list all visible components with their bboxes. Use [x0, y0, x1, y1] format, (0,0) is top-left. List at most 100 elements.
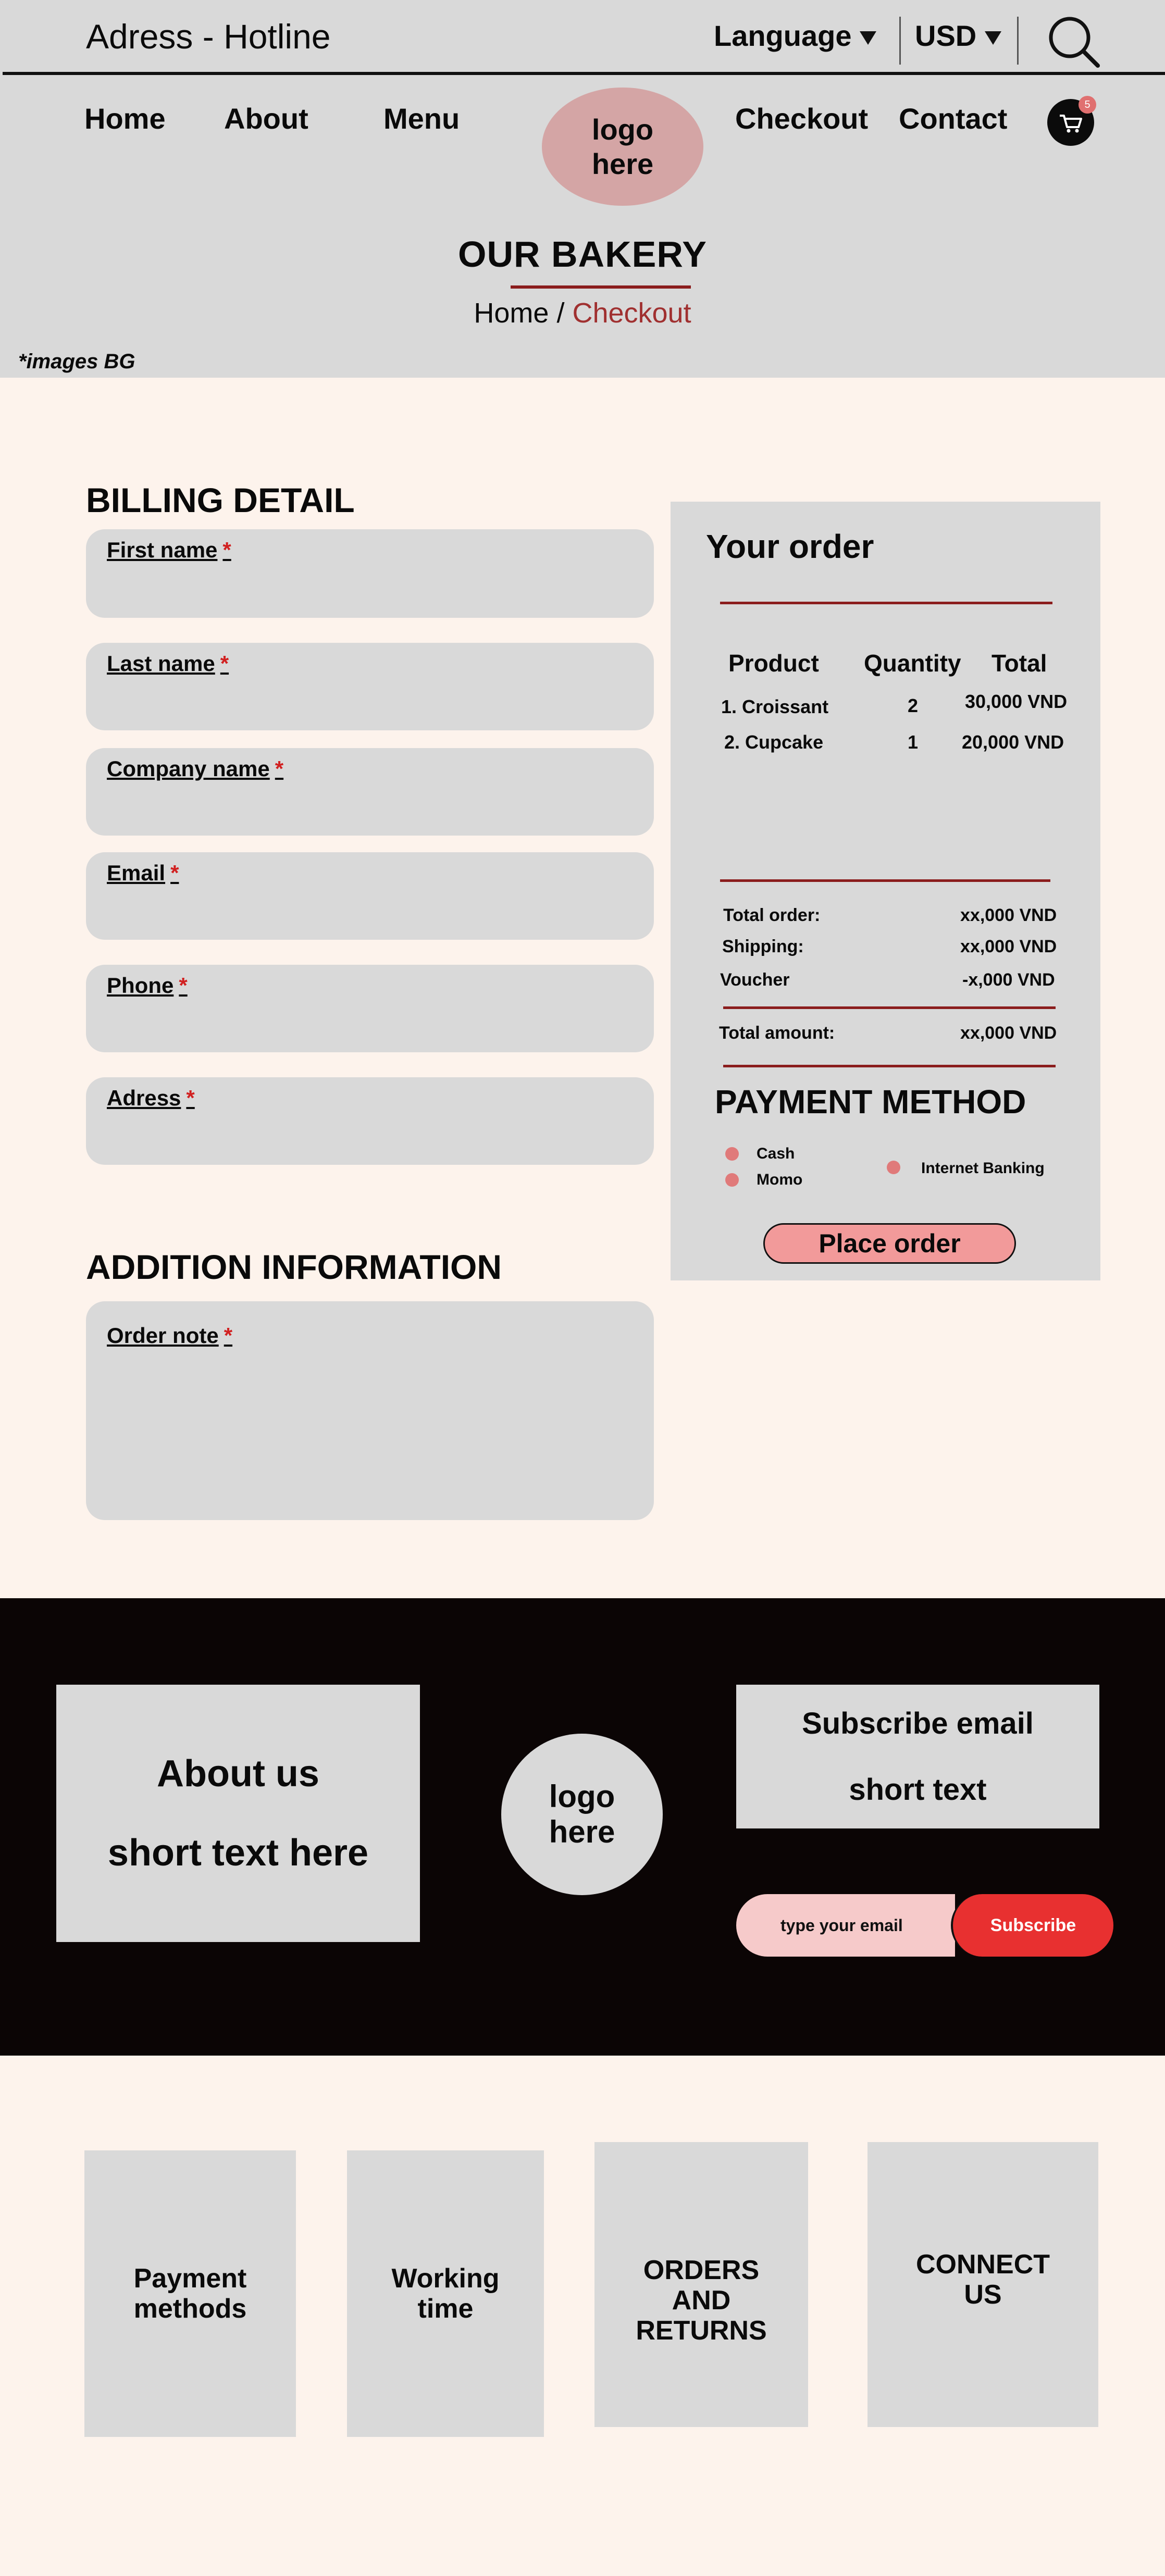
required-mark: * — [179, 973, 188, 998]
first-name-label: First name * — [107, 538, 231, 562]
box-text-line2: US — [964, 2279, 1002, 2310]
footer-logo[interactable]: logo here — [501, 1734, 663, 1895]
payment-methods-box[interactable]: Payment methods — [84, 2150, 296, 2437]
place-order-button[interactable]: Place order — [763, 1223, 1016, 1264]
page-title: OUR BAKERY — [458, 234, 707, 275]
address-field[interactable]: Adress * — [86, 1077, 654, 1165]
email-label: Email * — [107, 861, 179, 885]
payment-heading: PAYMENT METHOD — [715, 1083, 1026, 1121]
topbar-divider — [899, 17, 901, 65]
item-total: 30,000 VND — [965, 691, 1068, 712]
orders-and-returns-box[interactable]: ORDERS AND RETURNS — [594, 2142, 808, 2427]
nav-home[interactable]: Home — [84, 102, 166, 135]
address-hotline: Adress - Hotline — [86, 17, 331, 56]
breadcrumb-separator: / — [549, 297, 573, 329]
subscribe-box: Subscribe email short text — [736, 1685, 1099, 1828]
box-text-line3: RETURNS — [636, 2315, 767, 2346]
logo-text-line1: logo — [549, 1779, 615, 1814]
topbar-divider-line — [3, 72, 1165, 75]
order-note-field[interactable]: Order note * — [86, 1301, 654, 1520]
item-total: 20,000 VND — [962, 731, 1064, 753]
voucher-value: -x,000 VND — [962, 970, 1055, 990]
order-note-label: Order note * — [107, 1323, 233, 1348]
column-total: Total — [992, 650, 1047, 677]
order-divider — [723, 1006, 1056, 1009]
breadcrumb-current: Checkout — [572, 297, 691, 329]
subscribe-button[interactable]: Subscribe — [951, 1894, 1113, 1957]
address-label: Adress * — [107, 1086, 195, 1110]
topbar-divider — [1017, 17, 1019, 65]
order-divider — [720, 879, 1050, 882]
payment-option-momo[interactable]: Momo — [757, 1171, 802, 1189]
breadcrumb-home[interactable]: Home — [474, 297, 549, 329]
title-underline — [511, 285, 691, 289]
phone-label: Phone * — [107, 973, 188, 998]
item-product: 2. Cupcake — [724, 731, 824, 753]
nav-contact[interactable]: Contact — [899, 102, 1007, 135]
first-name-field[interactable]: First name * — [86, 529, 654, 618]
item-product: 1. Croissant — [721, 696, 829, 717]
total-amount-label: Total amount: — [719, 1023, 835, 1043]
required-mark: * — [222, 538, 231, 562]
currency-label: USD — [915, 19, 977, 52]
language-label: Language — [714, 19, 852, 52]
company-name-label: Company name * — [107, 756, 284, 781]
logo[interactable]: logo here — [542, 88, 703, 206]
subscribe-title: Subscribe email — [802, 1707, 1034, 1740]
total-order-label: Total order: — [723, 905, 821, 925]
about-us-box: About us short text here — [56, 1685, 420, 1942]
box-text-line1: Working — [391, 2263, 500, 2294]
billing-heading: BILLING DETAIL — [86, 481, 355, 519]
order-divider — [720, 602, 1052, 604]
connect-us-box[interactable]: CONNECT US — [867, 2142, 1098, 2427]
company-name-field[interactable]: Company name * — [86, 748, 654, 836]
subscribe-email-input[interactable] — [736, 1894, 955, 1957]
total-order-value: xx,000 VND — [960, 905, 1057, 925]
phone-field[interactable]: Phone * — [86, 965, 654, 1052]
total-amount-value: xx,000 VND — [960, 1023, 1057, 1043]
payment-option-cash[interactable]: Cash — [757, 1145, 795, 1163]
search-icon[interactable] — [1045, 13, 1102, 70]
cart-count-badge: 5 — [1079, 96, 1096, 114]
working-time-box[interactable]: Working time — [347, 2150, 544, 2437]
column-quantity: Quantity — [864, 650, 961, 677]
required-mark: * — [170, 861, 179, 885]
breadcrumb: Home / Checkout — [0, 297, 1165, 329]
about-us-text: short text here — [107, 1832, 369, 1874]
payment-radio-cash[interactable] — [725, 1147, 739, 1161]
required-mark: * — [220, 651, 229, 676]
box-text-line1: CONNECT — [915, 2249, 1050, 2280]
language-selector[interactable]: Language — [714, 19, 877, 53]
logo-text-line2: here — [549, 1814, 615, 1849]
box-text-line1: ORDERS — [643, 2255, 760, 2285]
payment-radio-internet-banking[interactable] — [887, 1161, 900, 1174]
payment-radio-momo[interactable] — [725, 1173, 739, 1187]
addition-heading: ADDITION INFORMATION — [86, 1248, 502, 1286]
item-quantity: 1 — [908, 731, 919, 753]
column-product: Product — [728, 650, 819, 677]
shipping-value: xx,000 VND — [960, 937, 1057, 956]
box-text-line2: methods — [133, 2294, 247, 2324]
email-field[interactable]: Email * — [86, 852, 654, 940]
nav-about[interactable]: About — [224, 102, 308, 135]
box-text-line1: Payment — [133, 2263, 247, 2294]
order-divider — [723, 1065, 1056, 1067]
logo-text-line1: logo — [591, 113, 654, 146]
voucher-label: Voucher — [720, 970, 790, 990]
chevron-down-icon — [860, 31, 877, 45]
shipping-label: Shipping: — [722, 937, 804, 956]
logo-text-line2: here — [591, 147, 654, 180]
last-name-field[interactable]: Last name * — [86, 643, 654, 730]
nav-menu[interactable]: Menu — [383, 102, 460, 135]
payment-option-internet-banking[interactable]: Internet Banking — [921, 1160, 1045, 1177]
nav-checkout[interactable]: Checkout — [735, 102, 868, 135]
chevron-down-icon — [985, 31, 1002, 45]
currency-selector[interactable]: USD — [915, 19, 1002, 53]
last-name-label: Last name * — [107, 651, 229, 676]
box-text-line2: time — [417, 2294, 474, 2324]
item-quantity: 2 — [908, 695, 919, 716]
required-mark: * — [275, 756, 284, 781]
required-mark: * — [186, 1086, 195, 1110]
order-heading: Your order — [706, 528, 874, 565]
background-image-note: *images BG — [18, 350, 135, 373]
